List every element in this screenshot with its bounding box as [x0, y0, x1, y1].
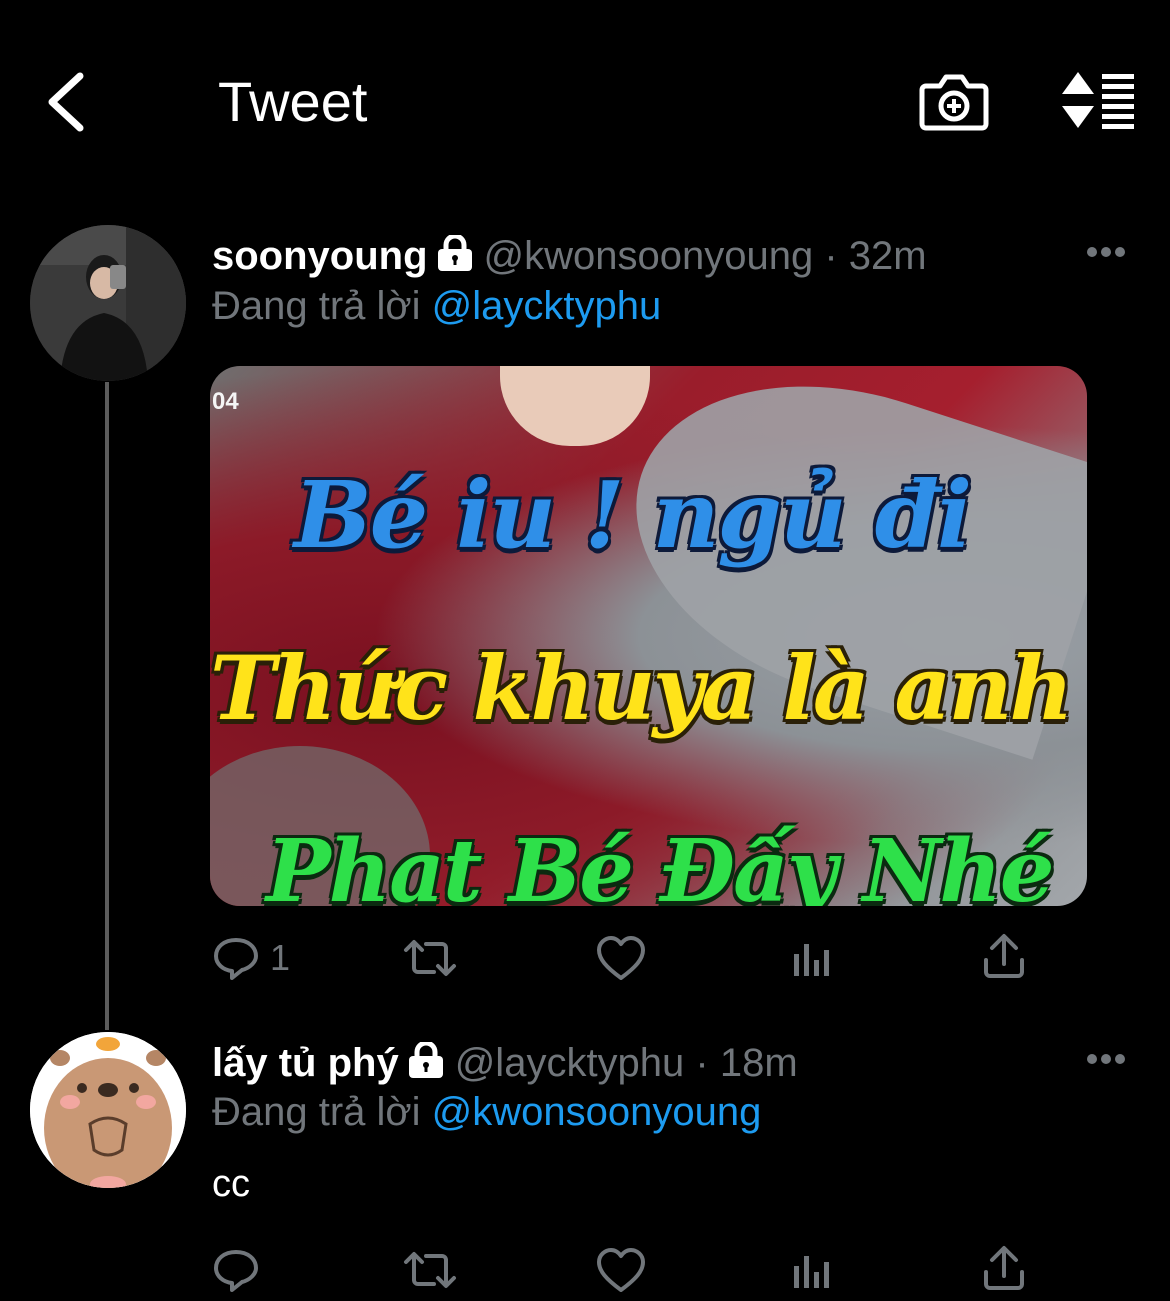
reply-bubble-icon	[214, 1250, 258, 1292]
tweet-text: cc	[212, 1163, 250, 1205]
camera-button[interactable]	[918, 66, 990, 134]
avatar-capybara-illustration	[30, 1032, 186, 1188]
lock-icon	[437, 235, 472, 271]
timestamp: · 18m	[695, 1041, 798, 1085]
display-name[interactable]: lấy tủ phý	[212, 1041, 399, 1085]
media-timestamp: 04	[212, 388, 239, 415]
back-button[interactable]	[40, 66, 100, 138]
share-icon	[984, 1246, 1024, 1290]
media-caption-line3: Phạt Bé Đấy Nhé	[266, 821, 1055, 906]
reply-bubble-icon	[214, 938, 258, 980]
retweet-icon	[404, 940, 456, 976]
retweet-icon	[404, 1252, 456, 1288]
sort-list-icon	[1062, 72, 1134, 129]
analytics-button[interactable]	[790, 1246, 834, 1294]
more-dots-icon	[1087, 247, 1125, 257]
replying-label: Đang trả lời	[212, 284, 421, 328]
avatar[interactable]	[30, 1032, 186, 1188]
like-button[interactable]	[596, 934, 646, 982]
timestamp: · 32m	[824, 234, 927, 278]
heart-icon	[597, 1248, 645, 1292]
display-name[interactable]: soonyoung	[212, 234, 428, 278]
tweet-media-image[interactable]: 04 Bé iu ! ngủ đi Thức khuya là anh Phạt…	[210, 366, 1087, 906]
thread-connector	[105, 382, 109, 1030]
like-button[interactable]	[596, 1246, 646, 1294]
mention-link[interactable]: @laycktyphu	[432, 284, 662, 328]
tweet-header: soonyoung @kwonsoonyoung · 32m	[212, 230, 927, 282]
more-dots-icon	[1087, 1054, 1125, 1064]
heart-icon	[597, 936, 645, 980]
media-caption-line2: Thức khuya là anh	[210, 636, 1073, 740]
analytics-button[interactable]	[790, 934, 834, 982]
more-button[interactable]	[1084, 1049, 1132, 1069]
replying-to: Đang trả lời @kwonsoonyoung	[212, 1086, 761, 1138]
share-icon	[984, 934, 1024, 978]
page-title: Tweet	[218, 70, 368, 133]
avatar[interactable]	[30, 225, 186, 381]
lock-icon	[408, 1042, 443, 1078]
handle[interactable]: @laycktyphu	[455, 1041, 685, 1085]
chevron-left-icon	[48, 72, 84, 132]
more-button[interactable]	[1084, 242, 1132, 262]
replying-to: Đang trả lời @laycktyphu	[212, 280, 661, 332]
reply-button[interactable]	[212, 1246, 260, 1294]
replying-label: Đang trả lời	[212, 1090, 421, 1134]
retweet-button[interactable]	[402, 934, 458, 982]
retweet-button[interactable]	[402, 1246, 458, 1294]
avatar-photo	[30, 225, 186, 381]
media-caption-line1: Bé iu ! ngủ đi	[294, 461, 972, 569]
reply-button[interactable]: 1	[212, 934, 290, 982]
analytics-bars-icon	[794, 944, 829, 976]
tweet-header: lấy tủ phý @laycktyphu · 18m	[212, 1037, 798, 1089]
mention-link[interactable]: @kwonsoonyoung	[432, 1090, 762, 1134]
handle[interactable]: @kwonsoonyoung	[484, 234, 814, 278]
share-button[interactable]	[980, 1244, 1028, 1294]
sort-replies-button[interactable]	[1058, 68, 1138, 132]
camera-plus-icon	[919, 74, 989, 131]
reply-count: 1	[270, 937, 291, 978]
analytics-bars-icon	[794, 1256, 829, 1288]
share-button[interactable]	[980, 932, 1028, 982]
